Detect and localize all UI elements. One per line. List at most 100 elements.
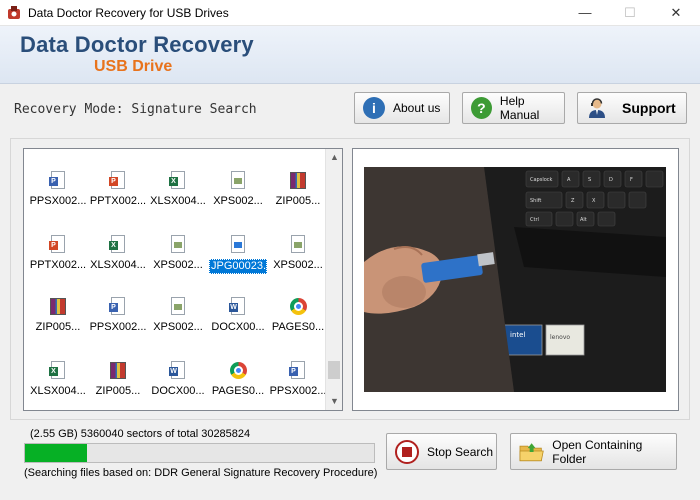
file-item[interactable]: XPS002... (208, 171, 268, 208)
support-button[interactable]: Support (577, 92, 687, 124)
scan-progress-bar (24, 443, 375, 463)
recovered-files-list[interactable]: P PPSX002... P PPTX002... X XLSX004... XPS002.… (23, 148, 343, 411)
key-d: D (609, 177, 613, 183)
help-manual-label: Help Manual (499, 94, 540, 122)
xlsx-file-icon: X (109, 235, 127, 255)
scroll-thumb[interactable] (328, 361, 340, 379)
file-name: PPTX002... (29, 259, 87, 271)
file-item[interactable]: P PPSX002... (268, 361, 328, 398)
file-name: XPS002... (153, 259, 203, 271)
window-title: Data Doctor Recovery for USB Drives (28, 6, 229, 20)
file-name: PPSX002... (89, 321, 147, 333)
file-name: JPG00023.JPG (209, 259, 288, 274)
title-bar: Data Doctor Recovery for USB Drives — ☐ … (0, 0, 700, 26)
file-item[interactable]: PAGES0... (208, 361, 268, 398)
file-name: PAGES0... (271, 321, 325, 333)
help-manual-button[interactable]: ? Help Manual (462, 92, 565, 124)
preview-image: Capslock A S D F Shift Z X Ctrl Alt inte… (364, 167, 666, 392)
sector-stats: (2.55 GB) 5360040 sectors of total 30285… (30, 428, 251, 440)
key-s: S (588, 177, 591, 183)
maximize-button[interactable]: ☐ (607, 0, 653, 26)
ppsx-file-icon: P (49, 171, 67, 191)
jpg-file-icon (229, 235, 247, 255)
open-containing-folder-button[interactable]: Open Containing Folder (510, 433, 677, 470)
about-us-button[interactable]: i About us (354, 92, 450, 124)
file-item[interactable]: X XLSX004... (148, 171, 208, 208)
pptx-file-icon: P (109, 171, 127, 191)
file-name: XPS002... (153, 321, 203, 333)
file-item[interactable]: P PPTX002... (28, 235, 88, 272)
xps-file-icon (169, 235, 187, 255)
close-button[interactable]: ✕ (653, 0, 699, 26)
file-name: XLSX004... (150, 195, 206, 207)
intel-sticker-text: intel (510, 331, 525, 339)
file-list-scrollbar[interactable]: ▲ ▼ (325, 149, 342, 410)
file-name: XLSX004... (90, 259, 146, 271)
file-item[interactable]: X XLSX004... (88, 235, 148, 272)
file-name: ZIP005... (275, 195, 321, 207)
file-item[interactable]: PAGES0... (268, 297, 328, 334)
docx-file-icon: W (169, 361, 187, 381)
support-agent-icon (589, 98, 605, 118)
brand-title: Data Doctor Recovery (20, 32, 254, 57)
info-icon: i (363, 97, 385, 119)
scroll-down-arrow-icon[interactable]: ▼ (326, 393, 342, 410)
file-name: DOCX00... (211, 321, 265, 333)
file-name: PPTX002... (89, 195, 147, 207)
file-preview-pane: Capslock A S D F Shift Z X Ctrl Alt inte… (352, 148, 679, 411)
key-shift: Shift (530, 198, 541, 204)
stop-icon (395, 439, 419, 464)
docx-file-icon: W (229, 297, 247, 317)
file-name: XPS002... (273, 259, 323, 271)
zip-file-icon (289, 171, 307, 191)
header-banner: Data Doctor Recovery USB Drive (0, 26, 700, 84)
zip-file-icon (109, 361, 127, 381)
minimize-button[interactable]: — (562, 0, 608, 26)
file-item[interactable]: ZIP005... (28, 297, 88, 334)
file-item[interactable]: XPS002... (268, 235, 328, 272)
key-f: F (630, 177, 633, 183)
brand-subtitle: USB Drive (94, 58, 173, 75)
folder-open-icon (519, 442, 544, 461)
file-item[interactable]: X XLSX004... (28, 361, 88, 398)
xps-file-icon (229, 171, 247, 191)
stop-search-label: Stop Search (427, 444, 494, 459)
file-name: PAGES0... (211, 385, 265, 397)
file-name: ZIP005... (95, 385, 141, 397)
support-label: Support (622, 100, 676, 116)
xps-file-icon (169, 297, 187, 317)
file-name: PPSX002... (269, 385, 327, 397)
question-icon: ? (471, 97, 492, 119)
stop-search-button[interactable]: Stop Search (386, 433, 497, 470)
pptx-file-icon: P (49, 235, 67, 255)
about-us-label: About us (393, 101, 441, 115)
key-capslock: Capslock (530, 177, 553, 183)
file-item[interactable]: JPG00023.JPG (208, 235, 288, 274)
xps-file-icon (289, 235, 307, 255)
open-folder-label: Open Containing Folder (552, 437, 643, 466)
file-item[interactable]: P PPTX002... (88, 171, 148, 208)
file-item[interactable]: P PPSX002... (88, 297, 148, 334)
scroll-up-arrow-icon[interactable]: ▲ (326, 149, 342, 166)
file-item[interactable]: W DOCX00... (148, 361, 208, 398)
file-item[interactable]: P PPSX002... (28, 171, 88, 208)
xlsx-file-icon: X (169, 171, 187, 191)
file-item[interactable]: ZIP005... (268, 171, 328, 208)
file-name: XLSX004... (30, 385, 86, 397)
xlsx-file-icon: X (49, 361, 67, 381)
file-item[interactable]: XPS002... (148, 235, 208, 272)
file-name: XPS002... (213, 195, 263, 207)
chrome-file-icon (289, 297, 307, 317)
key-a: A (567, 177, 571, 183)
recovery-mode-label: Recovery Mode: Signature Search (14, 102, 257, 117)
chrome-file-icon (229, 361, 247, 381)
key-alt: Alt (580, 217, 587, 223)
file-item[interactable]: ZIP005... (88, 361, 148, 398)
search-status-text: (Searching files based on: DDR General S… (24, 467, 378, 479)
file-item[interactable]: XPS002... (148, 297, 208, 334)
file-name: DOCX00... (151, 385, 205, 397)
zip-file-icon (49, 297, 67, 317)
file-item[interactable]: W DOCX00... (208, 297, 268, 334)
ppsx-file-icon: P (109, 297, 127, 317)
file-name: PPSX002... (29, 195, 87, 207)
